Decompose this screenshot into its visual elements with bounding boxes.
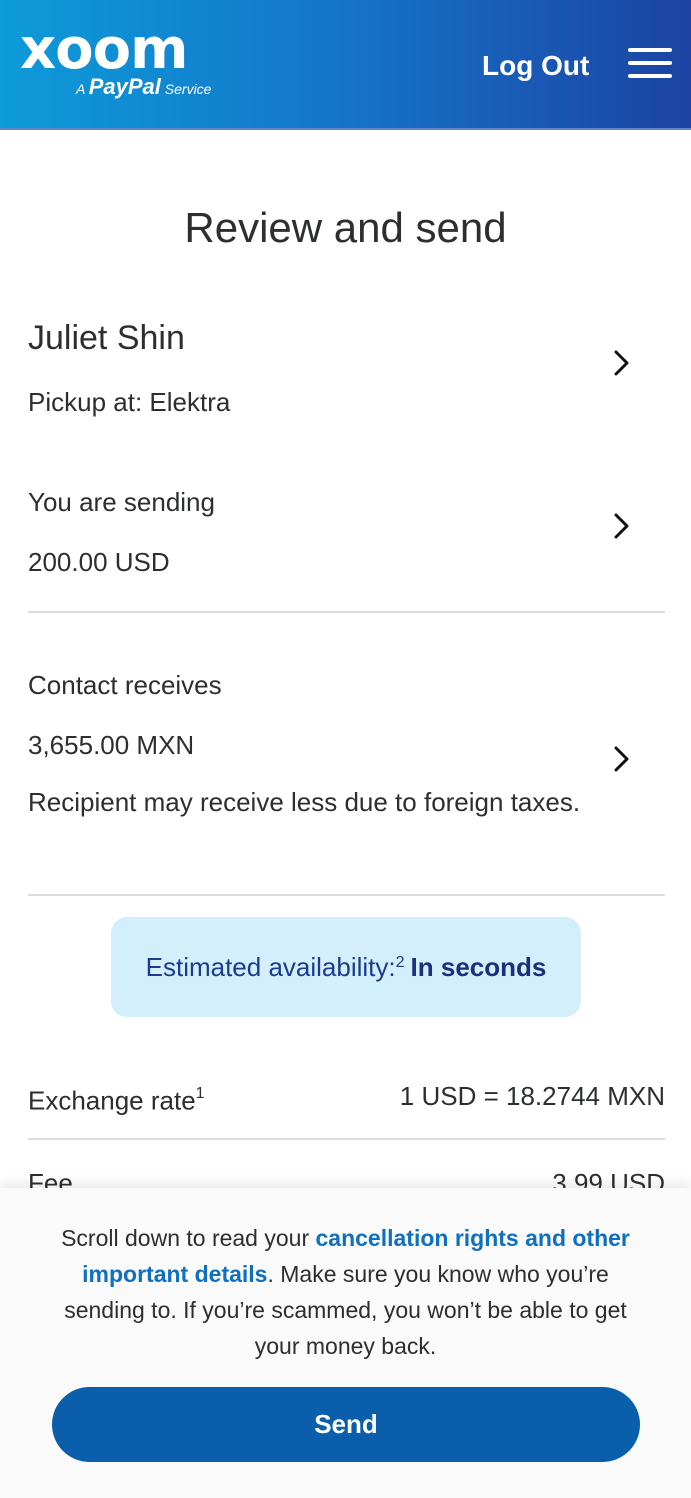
- divider: [28, 894, 665, 896]
- menu-bar: [628, 61, 672, 65]
- logo-prefix: A: [76, 81, 85, 97]
- sticky-footer: Scroll down to read your cancellation ri…: [0, 1188, 691, 1498]
- hamburger-menu-icon[interactable]: [628, 46, 672, 80]
- pickup-location: Pickup at: Elektra: [28, 387, 231, 417]
- logo-suffix: Service: [164, 81, 212, 97]
- availability-badge: Estimated availability: 2 In seconds: [111, 917, 581, 1017]
- xoom-logo[interactable]: xoom A PayPal Service: [20, 17, 235, 102]
- scam-warning-notice: Scroll down to read your cancellation ri…: [40, 1220, 651, 1364]
- receives-label: Contact receives: [28, 670, 222, 700]
- exchange-rate-footnote: 1: [195, 1085, 205, 1102]
- chevron-right-icon: [610, 511, 634, 541]
- chevron-right-icon: [610, 744, 634, 774]
- divider: [28, 611, 665, 613]
- send-button[interactable]: Send: [52, 1387, 640, 1462]
- contact-receives-row[interactable]: Contact receives 3,655.00 MXN Recipient …: [28, 665, 665, 865]
- page-title: Review and send: [184, 204, 507, 251]
- divider: [28, 1138, 665, 1140]
- availability-footnote: 2: [395, 954, 405, 971]
- menu-bar: [628, 74, 672, 78]
- menu-bar: [628, 48, 672, 52]
- availability-label: Estimated availability:: [145, 951, 396, 982]
- exchange-rate-label: Exchange rate1: [28, 1076, 205, 1121]
- logo-wordmark: xoom: [20, 17, 188, 82]
- logout-link[interactable]: Log Out: [482, 44, 589, 88]
- recipient-name: Juliet Shin: [28, 319, 185, 357]
- app-header: xoom A PayPal Service Log Out: [0, 0, 691, 130]
- logo-paypal: PayPal: [88, 74, 161, 99]
- recipient-row[interactable]: Juliet Shin Pickup at: Elektra: [28, 316, 665, 426]
- sending-amount-row[interactable]: You are sending 200.00 USD: [28, 482, 665, 582]
- chevron-right-icon: [610, 348, 634, 378]
- sending-amount: 200.00 USD: [28, 547, 170, 577]
- exchange-rate-value: 1 USD = 18.2744 MXN: [399, 1081, 665, 1111]
- logo-tagline: A PayPal Service: [76, 76, 211, 100]
- receives-amount: 3,655.00 MXN: [28, 730, 195, 760]
- exchange-rate-text: Exchange rate: [28, 1085, 196, 1116]
- foreign-tax-note: Recipient may receive less due to foreig…: [28, 787, 581, 817]
- availability-value: In seconds: [410, 951, 547, 982]
- notice-text-pre: Scroll down to read your: [61, 1225, 316, 1251]
- sending-label: You are sending: [28, 487, 215, 517]
